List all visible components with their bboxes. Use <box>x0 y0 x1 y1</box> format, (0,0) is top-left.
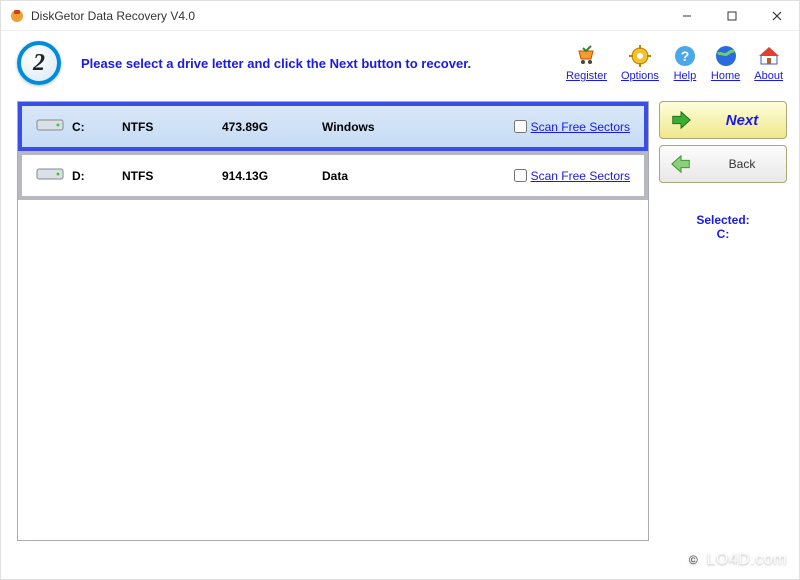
header-section: 2 Please select a drive letter and click… <box>1 31 799 93</box>
copyright-icon: © <box>685 551 703 569</box>
scan-checkbox[interactable] <box>514 120 527 133</box>
svg-text:?: ? <box>681 48 690 64</box>
drive-filesystem: NTFS <box>122 120 222 134</box>
scan-free-sectors[interactable]: Scan Free Sectors <box>514 169 630 183</box>
back-label: Back <box>708 157 776 171</box>
app-icon <box>9 8 25 24</box>
globe-icon <box>714 44 738 68</box>
selected-info: Selected: C: <box>659 213 787 241</box>
step-badge: 2 <box>17 41 61 85</box>
next-label: Next <box>708 112 776 129</box>
window-controls <box>664 1 799 30</box>
house-icon <box>757 44 781 68</box>
watermark: © LO4D.com <box>685 551 787 569</box>
scan-label: Scan Free Sectors <box>531 169 630 183</box>
window-title: DiskGetor Data Recovery V4.0 <box>31 9 195 23</box>
drive-row[interactable]: C: NTFS 473.89G Windows Scan Free Sector… <box>18 102 648 151</box>
drive-label: Data <box>322 169 472 183</box>
titlebar: DiskGetor Data Recovery V4.0 <box>1 1 799 31</box>
register-link[interactable]: Register <box>566 44 607 82</box>
back-button[interactable]: Back <box>659 145 787 183</box>
selected-value: C: <box>659 227 787 241</box>
about-link[interactable]: About <box>754 44 783 82</box>
help-link[interactable]: ? Help <box>673 44 697 82</box>
cart-icon <box>575 44 599 68</box>
maximize-button[interactable] <box>709 1 754 30</box>
drive-icon <box>36 116 64 137</box>
help-icon: ? <box>673 44 697 68</box>
toolbar-label: Home <box>711 70 740 82</box>
arrow-right-icon <box>670 109 692 131</box>
side-column: Next Back Selected: C: <box>659 101 787 541</box>
drive-row[interactable]: D: NTFS 914.13G Data Scan Free Sectors <box>18 151 648 200</box>
drive-size: 473.89G <box>222 120 322 134</box>
scan-checkbox[interactable] <box>514 169 527 182</box>
drive-size: 914.13G <box>222 169 322 183</box>
scan-label: Scan Free Sectors <box>531 120 630 134</box>
watermark-text: LO4D.com <box>707 551 787 569</box>
drive-label: Windows <box>322 120 472 134</box>
toolbar: Register Options <box>566 44 783 82</box>
drive-list: C: NTFS 473.89G Windows Scan Free Sector… <box>17 101 649 541</box>
gear-icon <box>628 44 652 68</box>
toolbar-label: Register <box>566 70 607 82</box>
app-window: DiskGetor Data Recovery V4.0 2 Please se… <box>0 0 800 580</box>
options-link[interactable]: Options <box>621 44 659 82</box>
drive-letter: D: <box>72 169 122 183</box>
drive-letter: C: <box>72 120 122 134</box>
minimize-button[interactable] <box>664 1 709 30</box>
scan-free-sectors[interactable]: Scan Free Sectors <box>514 120 630 134</box>
selected-label: Selected: <box>659 213 787 227</box>
toolbar-label: Options <box>621 70 659 82</box>
main-area: C: NTFS 473.89G Windows Scan Free Sector… <box>1 93 799 553</box>
toolbar-label: Help <box>674 70 697 82</box>
toolbar-label: About <box>754 70 783 82</box>
next-button[interactable]: Next <box>659 101 787 139</box>
drive-icon <box>36 165 64 186</box>
arrow-left-icon <box>670 153 692 175</box>
drive-filesystem: NTFS <box>122 169 222 183</box>
home-link[interactable]: Home <box>711 44 740 82</box>
instructions-text: Please select a drive letter and click t… <box>81 56 471 71</box>
close-button[interactable] <box>754 1 799 30</box>
